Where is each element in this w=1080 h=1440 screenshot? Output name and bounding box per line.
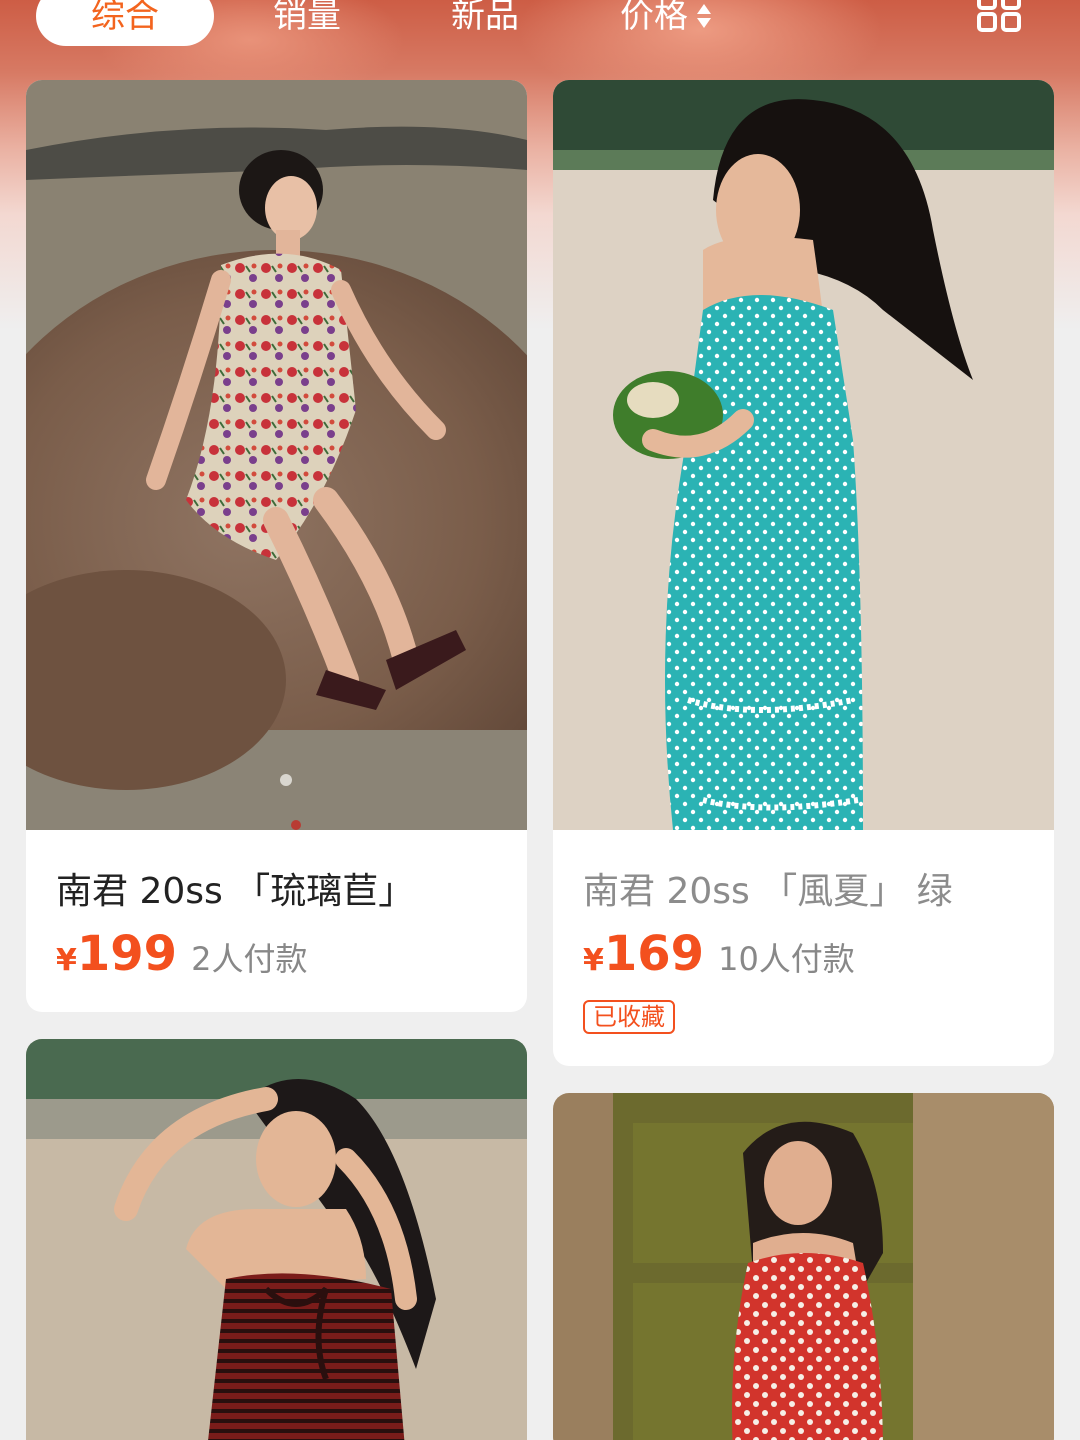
price-row: ¥199 2人付款 bbox=[56, 926, 307, 982]
sort-updown-icon bbox=[697, 3, 711, 28]
product-photo-2 bbox=[553, 80, 1054, 830]
tab-sales[interactable]: 销量 bbox=[262, 0, 352, 46]
product-card-3[interactable] bbox=[26, 1039, 527, 1440]
buyer-count: 2人付款 bbox=[191, 940, 308, 978]
product-photo-4 bbox=[553, 1093, 1054, 1440]
product-title: 南君 20ss 「風夏」 绿 bbox=[583, 871, 953, 912]
tab-comprehensive[interactable]: 综合 bbox=[36, 0, 214, 46]
grid-layout-icon[interactable] bbox=[976, 0, 1022, 34]
favorited-badge: 已收藏 bbox=[583, 1000, 675, 1034]
sort-tab-bar: 综合 销量 新品 价格 bbox=[0, 0, 1080, 60]
currency-symbol: ¥ bbox=[56, 943, 77, 978]
currency-symbol: ¥ bbox=[583, 943, 604, 978]
product-price: 199 bbox=[76, 926, 178, 982]
product-price: 169 bbox=[603, 926, 705, 982]
tab-price-label: 价格 bbox=[620, 0, 688, 36]
price-row: ¥169 10人付款 bbox=[583, 926, 855, 982]
product-card-1[interactable]: 南君 20ss 「琉璃苣」 ¥199 2人付款 bbox=[26, 80, 527, 1012]
product-title: 南君 20ss 「琉璃苣」 bbox=[56, 871, 415, 912]
product-list-screen: 综合 销量 新品 价格 南君 20ss 「琉璃苣」 ¥199 2人付款 南君 2… bbox=[0, 0, 1080, 1440]
tab-newest[interactable]: 新品 bbox=[440, 0, 530, 46]
buyer-count: 10人付款 bbox=[718, 940, 855, 978]
product-photo-3 bbox=[26, 1039, 527, 1440]
product-card-2[interactable]: 南君 20ss 「風夏」 绿 ¥169 10人付款 已收藏 bbox=[553, 80, 1054, 1066]
product-photo-1 bbox=[26, 80, 527, 830]
product-card-4[interactable] bbox=[553, 1093, 1054, 1440]
tab-price[interactable]: 价格 bbox=[606, 0, 726, 46]
